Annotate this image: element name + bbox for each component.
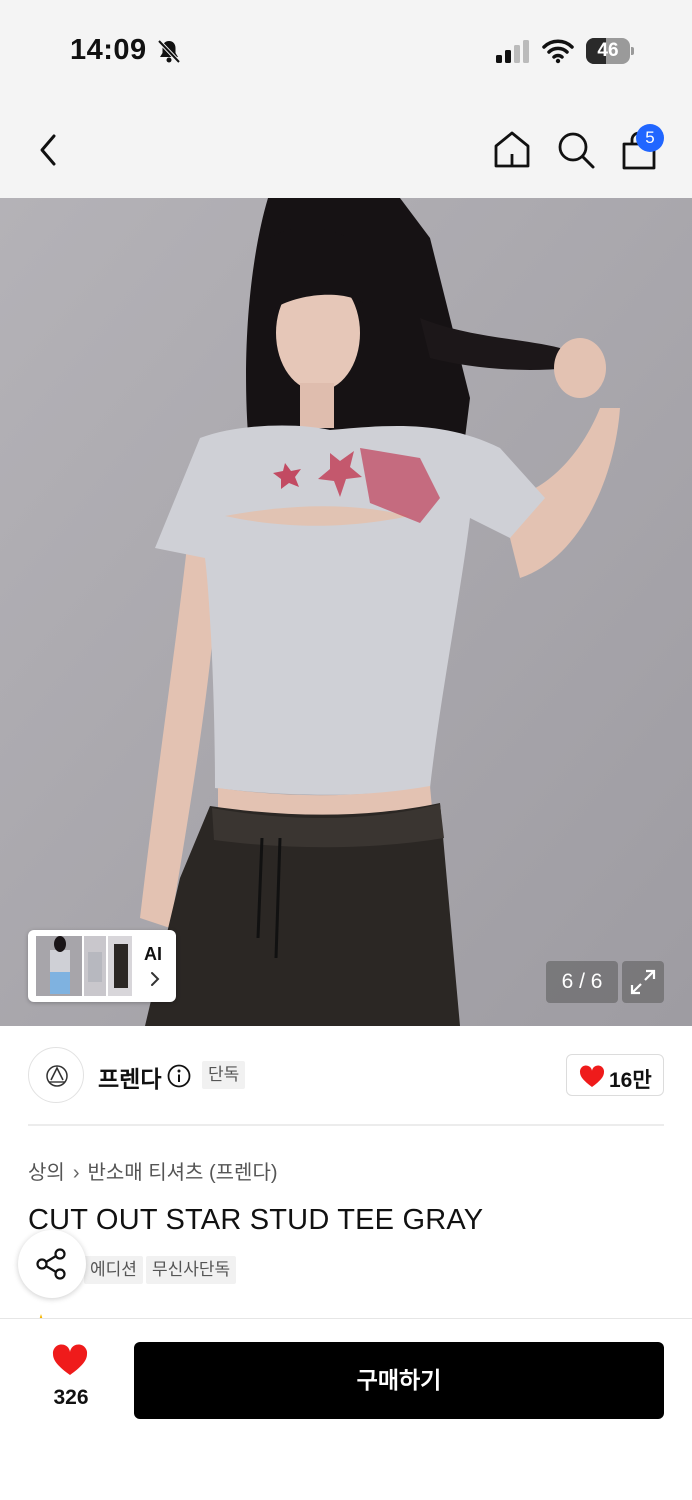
image-counter: 6 / 6 [546,961,618,1003]
share-button[interactable] [18,1230,86,1298]
back-chevron-icon[interactable] [30,130,70,170]
status-bar: 14:09 46 [0,0,692,100]
product-photo-illustration [0,198,692,1026]
bell-off-icon [157,39,181,64]
ai-label: AI [144,944,162,964]
home-icon[interactable] [490,128,534,172]
brand-logo-mark [46,1065,68,1087]
chevron-right-icon: › [72,1162,80,1184]
product-image[interactable] [0,198,692,1026]
wifi-icon [542,39,574,64]
buy-button[interactable]: 구매하기 [134,1342,664,1419]
product-like-button[interactable]: 326 [36,1340,106,1420]
breadcrumb-item[interactable]: 상의 [28,1162,65,1184]
battery-level: 46 [597,40,619,61]
brand-logo[interactable] [28,1047,84,1103]
expand-icon [630,969,656,995]
brand-like-count: 16만 [609,1069,652,1092]
brand-name[interactable]: 프렌다 [98,1060,161,1094]
top-nav-bar [0,100,692,198]
tag-musinsa-exclusive: 무신사단독 [146,1256,237,1284]
breadcrumb: 상의 › 반소매 티셔츠 (프렌다) [28,1156,278,1185]
product-like-count: 326 [53,1386,89,1409]
search-icon[interactable] [554,128,598,172]
status-time: 14:09 [70,34,147,66]
tag-edition: 에디션 [84,1256,143,1284]
thumbnail-strip [36,936,132,996]
info-icon[interactable] [167,1064,191,1088]
share-icon [36,1248,66,1280]
chevron-right-icon [151,972,160,986]
product-title: CUT OUT STAR STUD TEE GRAY [28,1204,484,1236]
brand-like-button[interactable]: 16만 [566,1054,664,1096]
exclusive-tag: 단독 [202,1061,246,1089]
cellular-signal-icon [496,40,529,63]
cart-count-badge: 5 [636,124,664,152]
ai-thumbnail-button[interactable]: AI [28,930,176,1002]
expand-image-button[interactable] [622,961,664,1003]
breadcrumb-item[interactable]: 반소매 티셔츠 (프렌다) [87,1162,277,1184]
section-divider [28,1124,664,1126]
heart-icon [579,1065,605,1087]
heart-icon [52,1344,88,1375]
battery-icon: 46 [586,38,634,64]
